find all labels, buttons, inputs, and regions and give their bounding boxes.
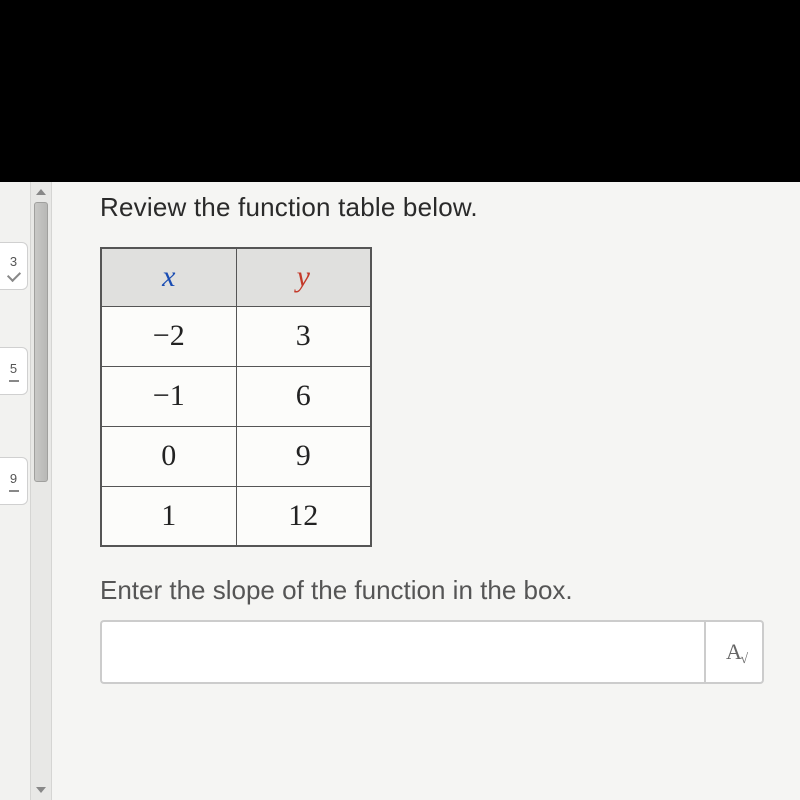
cell-x: 0 <box>101 426 236 486</box>
answer-instruction: Enter the slope of the function in the b… <box>100 575 764 606</box>
dash-icon <box>9 380 19 382</box>
question-nav-item[interactable]: 5 <box>0 347 28 395</box>
nav-number: 3 <box>10 254 17 269</box>
radical-icon: √ <box>740 652 748 668</box>
cell-y: 9 <box>236 426 371 486</box>
chevron-up-icon <box>36 189 46 195</box>
scroll-down-button[interactable] <box>31 780 51 800</box>
dash-icon <box>9 490 19 492</box>
table-header-y: y <box>236 248 371 306</box>
table-row: −2 3 <box>101 306 371 366</box>
cell-y: 12 <box>236 486 371 546</box>
nav-number: 5 <box>10 361 17 376</box>
function-table: x y −2 3 −1 6 0 9 1 12 <box>100 247 372 547</box>
question-prompt: Review the function table below. <box>100 192 764 223</box>
content-area: 3 5 9 Review the function table below. x… <box>0 182 800 800</box>
answer-row: A √ <box>100 620 764 684</box>
nav-number: 9 <box>10 471 17 486</box>
question-nav-item[interactable]: 9 <box>0 457 28 505</box>
chevron-down-icon <box>36 787 46 793</box>
question-nav-item[interactable]: 3 <box>0 242 28 290</box>
vertical-scrollbar[interactable] <box>30 182 52 800</box>
table-header-x: x <box>101 248 236 306</box>
scroll-up-button[interactable] <box>31 182 51 202</box>
table-row: −1 6 <box>101 366 371 426</box>
question-nav-strip: 3 5 9 <box>0 182 30 800</box>
cell-x: 1 <box>101 486 236 546</box>
question-panel: Review the function table below. x y −2 … <box>52 182 800 800</box>
check-icon <box>6 267 20 281</box>
cell-y: 6 <box>236 366 371 426</box>
scroll-thumb[interactable] <box>34 202 48 482</box>
cell-y: 3 <box>236 306 371 366</box>
cell-x: −1 <box>101 366 236 426</box>
table-row: 0 9 <box>101 426 371 486</box>
cell-x: −2 <box>101 306 236 366</box>
table-row: 1 12 <box>101 486 371 546</box>
answer-input[interactable] <box>100 620 704 684</box>
math-editor-toggle[interactable]: A √ <box>704 620 764 684</box>
